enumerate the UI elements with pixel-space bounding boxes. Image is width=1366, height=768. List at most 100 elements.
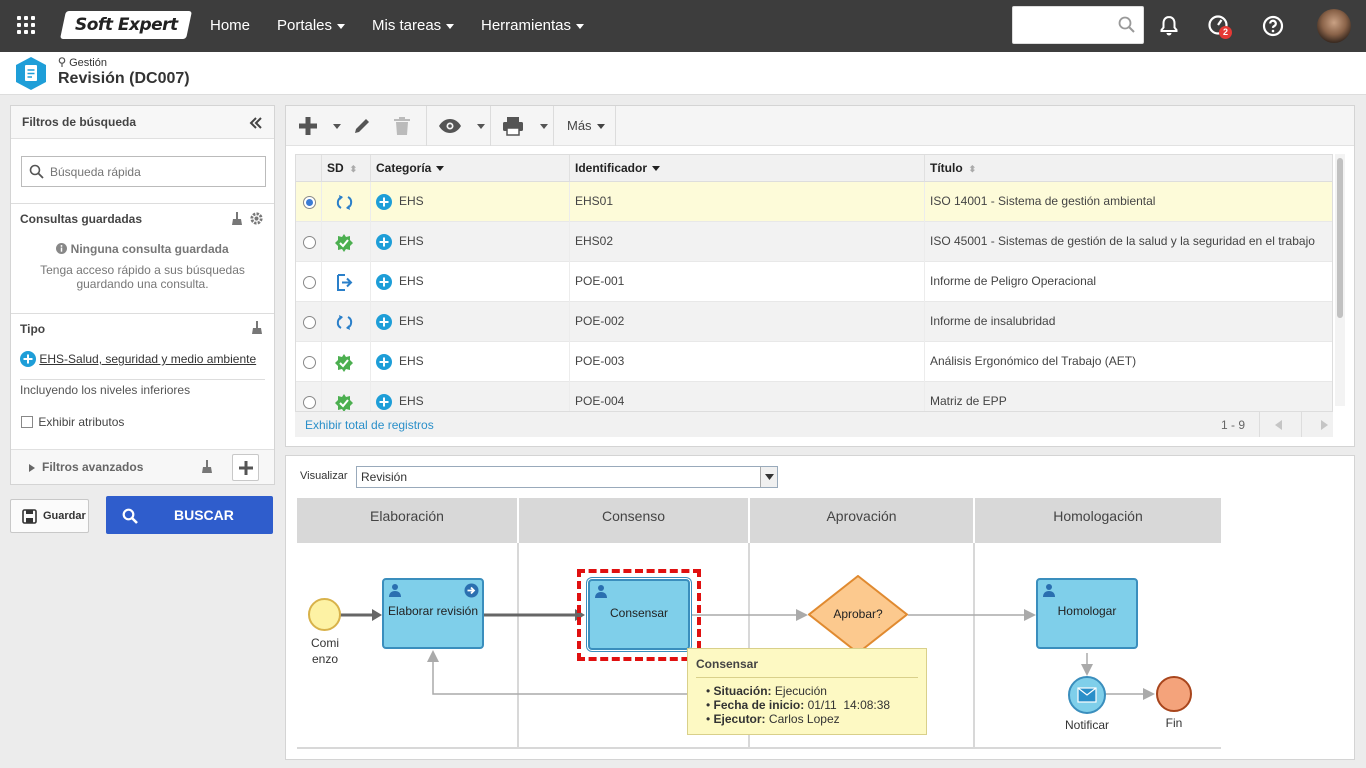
row-select-radio[interactable] <box>303 196 316 209</box>
end-event[interactable] <box>1156 676 1192 712</box>
task-consensar[interactable]: Consensar <box>588 579 690 650</box>
start-event[interactable] <box>308 598 341 631</box>
row-category: EHS <box>399 194 424 208</box>
gateway-aprobar[interactable]: Aprobar? <box>808 575 908 654</box>
approved-badge-icon <box>335 354 353 372</box>
select-column-header <box>296 155 322 182</box>
row-select-radio[interactable] <box>303 396 316 409</box>
column-header-titulo-label: Título <box>930 161 963 175</box>
search-filters-panel: Filtros de búsqueda Consultas guardadas … <box>10 105 275 485</box>
page-header: Gestión Revisión (DC007) <box>0 52 1366 95</box>
table-footer: Exhibir total de registros 1 - 9 <box>295 411 1333 437</box>
show-attributes-checkbox[interactable] <box>21 416 33 428</box>
user-avatar[interactable] <box>1317 9 1351 43</box>
notification-bell-icon[interactable] <box>1157 14 1181 38</box>
user-task-icon <box>1043 584 1055 597</box>
add-plus-icon[interactable] <box>299 117 317 135</box>
nav-home[interactable]: Home <box>210 17 250 34</box>
global-search-input[interactable] <box>1013 7 1117 43</box>
show-total-link[interactable]: Exhibir total de registros <box>305 418 434 432</box>
print-menu-chevron-icon[interactable] <box>540 124 548 129</box>
row-identifier: EHS01 <box>570 182 925 222</box>
forward-document-icon <box>337 274 353 291</box>
row-select-radio[interactable] <box>303 316 316 329</box>
more-menu-label: Más <box>567 118 592 133</box>
grid-toolbar: Más <box>286 106 1354 146</box>
next-page-icon[interactable] <box>1320 420 1328 430</box>
page-title: Revisión (DC007) <box>58 70 190 87</box>
print-icon[interactable] <box>502 116 524 136</box>
more-menu-button[interactable]: Más <box>567 118 605 133</box>
row-select-radio[interactable] <box>303 276 316 289</box>
tooltip-status-value: Ejecución <box>774 684 827 698</box>
notify-event-label: Notificar <box>1064 718 1109 732</box>
row-select-radio[interactable] <box>303 356 316 369</box>
breadcrumb-label: Gestión <box>69 57 107 69</box>
row-select-radio[interactable] <box>303 236 316 249</box>
approved-badge-icon <box>335 234 353 252</box>
table-row[interactable]: EHS EHS01 ISO 14001 - Sistema de gestión… <box>296 182 1332 222</box>
save-button-label: Guardar <box>43 510 86 522</box>
chevron-down-icon <box>596 124 605 130</box>
tooltip-status-label: Situación: <box>713 684 772 698</box>
table-row[interactable]: EHS POE-003 Análisis Ergonómico del Trab… <box>296 342 1332 382</box>
table-scrollbar[interactable] <box>1335 154 1345 406</box>
previous-page-icon[interactable] <box>1275 420 1283 430</box>
column-header-categoria[interactable]: Categoría <box>371 155 570 182</box>
sort-desc-icon <box>436 166 445 172</box>
plus-circle-icon <box>376 314 392 330</box>
cycle-arrows-icon <box>336 195 353 210</box>
collapse-double-chevron-icon[interactable] <box>249 117 263 129</box>
delete-trash-icon[interactable] <box>393 116 411 136</box>
row-category: EHS <box>399 394 424 408</box>
row-category: EHS <box>399 354 424 368</box>
type-filter-item[interactable]: EHS-Salud, seguridad y medio ambiente <box>20 351 256 367</box>
edit-pencil-icon[interactable] <box>352 116 372 136</box>
gear-icon[interactable] <box>249 211 264 226</box>
view-eye-icon[interactable] <box>438 118 462 134</box>
nav-portales[interactable]: Portales <box>277 17 346 34</box>
broom-clear-icon[interactable] <box>201 460 213 474</box>
column-header-sd[interactable]: SD ⬍ <box>322 155 371 182</box>
table-row[interactable]: EHS POE-002 Informe de insalubridad <box>296 302 1332 342</box>
tooltip-executor-label: Ejecutor: <box>713 712 766 726</box>
show-attributes-option[interactable]: Exhibir atributos <box>21 415 124 429</box>
broom-clear-icon[interactable] <box>231 212 243 226</box>
column-header-titulo[interactable]: Título ⬍ <box>925 155 1332 182</box>
nav-herramientas[interactable]: Herramientas <box>481 17 585 34</box>
task-elaborar-revision[interactable]: Elaborar revisión <box>382 578 484 649</box>
apps-grid-icon[interactable] <box>17 16 35 34</box>
table-row[interactable]: EHS POE-001 Informe de Peligro Operacion… <box>296 262 1332 302</box>
quick-search-input[interactable] <box>50 157 260 186</box>
row-title: ISO 45001 - Sistemas de gestión de la sa… <box>930 234 1315 248</box>
search-icon[interactable] <box>1118 16 1136 34</box>
type-filter-link[interactable]: EHS-Salud, seguridad y medio ambiente <box>39 352 256 366</box>
task-tooltip: Consensar • Situación: Ejecución • Fecha… <box>687 648 927 735</box>
logo-text: Soft Expert <box>74 15 178 35</box>
column-header-identificador-label: Identificador <box>575 161 648 175</box>
scrollbar-thumb[interactable] <box>1337 158 1343 318</box>
notify-event[interactable] <box>1068 676 1106 714</box>
chevron-down-icon <box>337 23 346 29</box>
add-menu-chevron-icon[interactable] <box>333 124 341 129</box>
advanced-filters-bar[interactable]: Filtros avanzados <box>11 449 274 484</box>
broom-clear-icon[interactable] <box>251 321 263 335</box>
divider <box>11 313 274 314</box>
view-menu-chevron-icon[interactable] <box>477 124 485 129</box>
floppy-disk-icon <box>22 509 37 524</box>
softexpert-logo[interactable]: Soft Expert <box>60 11 192 39</box>
row-title: Informe de insalubridad <box>930 314 1056 328</box>
search-button[interactable]: BUSCAR <box>106 496 273 534</box>
nav-herramientas-label: Herramientas <box>481 17 572 34</box>
save-button[interactable]: Guardar <box>10 499 89 533</box>
top-navigation-bar: Soft Expert Home Portales Mis tareas Her… <box>0 0 1366 52</box>
column-header-identificador[interactable]: Identificador <box>570 155 925 182</box>
table-row[interactable]: EHS EHS02 ISO 45001 - Sistemas de gestió… <box>296 222 1332 262</box>
end-event-label: Fin <box>1165 716 1183 730</box>
help-icon[interactable] <box>1261 14 1285 38</box>
nav-mis-tareas[interactable]: Mis tareas <box>372 17 455 34</box>
performance-gauge[interactable]: 2 <box>1206 13 1232 39</box>
task-homologar[interactable]: Homologar <box>1036 578 1138 649</box>
breadcrumb[interactable]: Gestión <box>58 57 107 69</box>
add-filter-button[interactable] <box>232 454 259 481</box>
